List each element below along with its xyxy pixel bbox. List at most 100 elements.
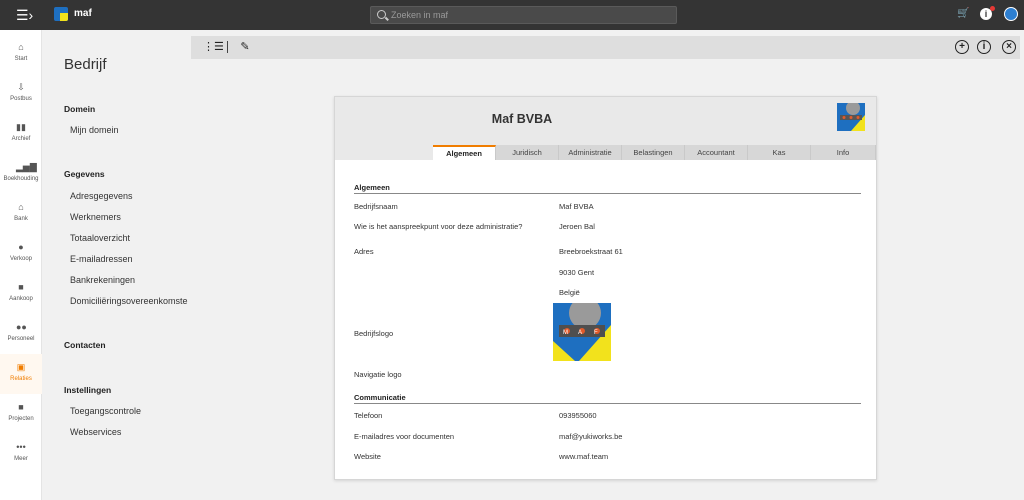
nav-item-start[interactable]: ⌂ Start [0, 34, 42, 74]
sales-icon: ● [18, 242, 24, 252]
tab-algemeen[interactable]: Algemeen [433, 145, 496, 160]
nav-item-relaties[interactable]: ▣ Relaties [0, 354, 42, 394]
sidebar-link-domicilieringsovereenkomsten[interactable]: Domiciliëringsovereenkomsten [70, 296, 188, 306]
close-circle-icon[interactable]: × [1002, 40, 1016, 54]
field-value-adres-stad: 9030 Gent [559, 268, 595, 277]
user-icon[interactable] [1004, 7, 1018, 21]
sidebar-link-werknemers[interactable]: Werknemers [70, 212, 188, 222]
field-value-aanspreekpunt: Jeroen Bal [559, 222, 595, 231]
nav-item-bank[interactable]: ⌂ Bank [0, 194, 42, 234]
tab-administratie[interactable]: Administratie [559, 145, 622, 160]
app-logo[interactable] [54, 7, 68, 21]
nav-item-verkoop[interactable]: ● Verkoop [0, 234, 42, 274]
tab-kas[interactable]: Kas [748, 145, 811, 160]
nav-item-label: Archief [11, 136, 31, 142]
top-bar: ☰› maf 🛒 i [0, 0, 1024, 30]
tab-accountant[interactable]: Accountant [685, 145, 748, 160]
sidebar-link-webservices[interactable]: Webservices [70, 427, 188, 437]
contacts-icon: ▣ [16, 362, 26, 372]
bar-chart-icon: ▂▅▇ [16, 162, 37, 172]
search-box[interactable] [370, 6, 677, 24]
section-title-instellingen: Instellingen [64, 385, 112, 395]
logo-letter-m: M [563, 330, 568, 336]
group-title-communicatie: Communicatie [354, 393, 406, 402]
folder-icon: ■ [18, 402, 24, 412]
action-toolbar: ⋮☰ ✎ + i × [191, 36, 1020, 59]
field-label-email: E-mailadres voor documenten [354, 432, 455, 441]
nav-item-label: Bank [14, 216, 28, 222]
info-icon[interactable]: i [980, 6, 995, 20]
home-icon: ⌂ [18, 42, 24, 52]
section-title-domein: Domein [64, 104, 96, 114]
nav-item-label: Verkoop [9, 256, 33, 262]
nav-item-archief[interactable]: ▮▮ Archief [0, 114, 42, 154]
field-label-bedrijfslogo: Bedrijfslogo [354, 329, 394, 338]
search-icon [377, 10, 386, 19]
company-logo-small [837, 103, 865, 131]
group-divider [354, 193, 861, 194]
edit-pencil-icon[interactable]: ✎ [239, 41, 251, 53]
company-name-heading: Maf BVBA [491, 112, 553, 126]
field-label-website: Website [354, 452, 381, 461]
nav-item-postbus[interactable]: ⇩ Postbus [0, 74, 42, 114]
inbox-icon: ⇩ [17, 82, 25, 92]
settings-sidebar: Bedrijf Domein Mijn domein Gegevens Adre… [42, 30, 188, 500]
cart-icon[interactable]: 🛒 [957, 9, 969, 19]
field-value-email: maf@yukiworks.be [559, 432, 623, 441]
logo-letter-f: F [594, 330, 598, 336]
nav-item-aankoop[interactable]: ■ Aankoop [0, 274, 42, 314]
sidebar-link-bankrekeningen[interactable]: Bankrekeningen [70, 275, 188, 285]
field-label-navigatie-logo: Navigatie logo [354, 370, 402, 379]
nav-item-label: Postbus [10, 96, 32, 102]
field-label-telefoon: Telefoon [354, 411, 383, 420]
info-circle-icon[interactable]: i [977, 40, 991, 54]
card-header: Maf BVBA Algemeen Juridisch Administrati… [335, 97, 876, 160]
bank-icon: ⌂ [18, 202, 24, 212]
sidebar-link-toegangscontrole[interactable]: Toegangscontrole [70, 406, 188, 416]
field-label-adres: Adres [354, 247, 374, 256]
truck-icon: ■ [18, 282, 24, 292]
group-divider [354, 403, 861, 404]
sidebar-link-e-mailadressen[interactable]: E-mailadressen [70, 254, 188, 264]
nav-item-label: Start [14, 56, 28, 62]
field-value-adres-land: België [559, 288, 580, 297]
nav-item-label: Projecten [8, 416, 34, 422]
tab-info[interactable]: Info [811, 145, 876, 160]
field-value-adres-straat: Breebroekstraat 61 [559, 247, 623, 256]
nav-item-label: Meer [14, 456, 28, 462]
sidebar-link-mijn-domein[interactable]: Mijn domein [70, 125, 188, 135]
sidebar-link-totaaloverzicht[interactable]: Totaaloverzicht [70, 233, 188, 243]
search-input[interactable] [391, 8, 661, 22]
section-title-contacten[interactable]: Contacten [64, 340, 106, 350]
nav-item-meer[interactable]: ••• Meer [0, 434, 42, 474]
add-circle-icon[interactable]: + [955, 40, 969, 54]
nav-item-label: Personeel [7, 336, 35, 342]
main-nav: ⌂ Start ⇩ Postbus ▮▮ Archief ▂▅▇ Boekhou… [0, 30, 42, 500]
nav-item-label: Relaties [10, 376, 32, 382]
app-name: maf [74, 8, 92, 19]
menu-icon[interactable]: ☰› [16, 7, 38, 23]
page-title: Bedrijf [64, 56, 107, 73]
nav-item-personeel[interactable]: ●● Personeel [0, 314, 42, 354]
field-label-bedrijfsnaam: Bedrijfsnaam [354, 202, 398, 211]
field-value-bedrijfsnaam: Maf BVBA [559, 202, 594, 211]
nav-item-projecten[interactable]: ■ Projecten [0, 394, 42, 434]
sidebar-link-adresgegevens[interactable]: Adresgegevens [70, 191, 188, 201]
nav-item-boekhouding[interactable]: ▂▅▇ Boekhouding [0, 154, 42, 194]
nav-item-label: Aankoop [9, 296, 33, 302]
tab-belastingen[interactable]: Belastingen [622, 145, 685, 160]
section-title-gegevens: Gegevens [64, 169, 105, 179]
group-title-algemeen: Algemeen [354, 183, 390, 192]
logo-letter-a: A [578, 330, 582, 336]
more-icon: ••• [16, 442, 26, 452]
nav-item-label: Boekhouding [3, 176, 39, 182]
field-value-website: www.maf.team [559, 452, 609, 461]
collapse-list-icon[interactable]: ⋮☰ [203, 41, 224, 53]
company-logo-image: M A F [553, 303, 611, 361]
archive-icon: ▮▮ [16, 122, 26, 132]
field-value-telefoon: 093955060 [559, 411, 597, 420]
company-card: Maf BVBA Algemeen Juridisch Administrati… [334, 96, 877, 480]
people-icon: ●● [16, 322, 27, 332]
field-label-aanspreekpunt: Wie is het aanspreekpunt voor deze admin… [354, 222, 523, 231]
tab-juridisch[interactable]: Juridisch [496, 145, 559, 160]
